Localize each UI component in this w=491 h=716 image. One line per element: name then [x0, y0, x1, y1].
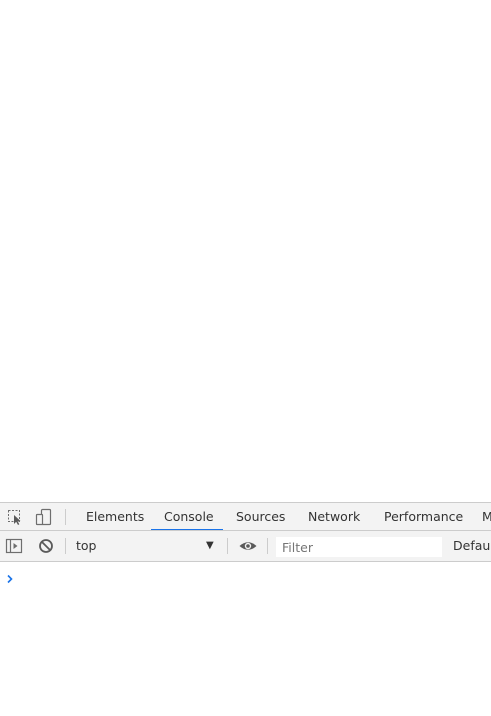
context-value: top: [76, 538, 97, 553]
chevron-right-icon: [5, 569, 15, 584]
eye-icon[interactable]: [238, 537, 257, 555]
context-selector[interactable]: top ▼: [70, 535, 222, 557]
inspect-element-icon[interactable]: [6, 508, 24, 526]
devtools-panel: Elements Console Sources Network Perform…: [0, 502, 491, 716]
toolbar-divider: [227, 538, 228, 554]
devtools-tabbar: Elements Console Sources Network Perform…: [0, 502, 491, 531]
toolbar-divider: [267, 538, 268, 554]
console-output: [0, 562, 491, 716]
sidebar-toggle-icon[interactable]: [5, 537, 23, 555]
page-viewport: [0, 0, 491, 502]
tab-sources[interactable]: Sources: [236, 503, 285, 530]
toolbar-divider: [65, 509, 66, 525]
toolbar-divider: [65, 538, 66, 554]
clear-console-icon[interactable]: [37, 537, 55, 555]
filter-input[interactable]: [276, 537, 442, 557]
device-toolbar-icon[interactable]: [35, 508, 53, 526]
tab-more[interactable]: M: [482, 503, 491, 530]
tab-performance[interactable]: Performance: [384, 503, 463, 530]
tab-elements[interactable]: Elements: [86, 503, 144, 530]
console-prompt[interactable]: [0, 566, 491, 584]
tab-console[interactable]: Console: [164, 503, 214, 530]
console-toolbar: top ▼ Defaul: [0, 531, 491, 562]
dropdown-arrow-icon: ▼: [206, 540, 214, 551]
log-levels-dropdown[interactable]: Defaul: [453, 531, 491, 561]
tab-network[interactable]: Network: [308, 503, 360, 530]
